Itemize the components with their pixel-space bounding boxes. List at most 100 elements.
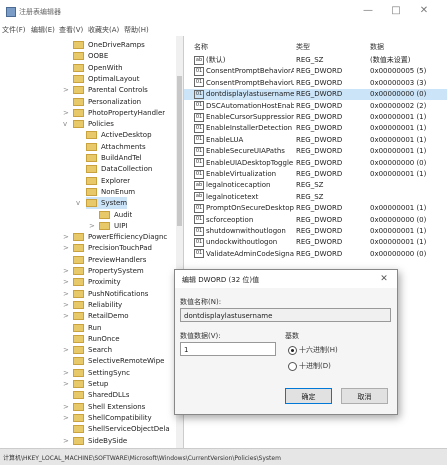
expand-chevron-icon[interactable]: >: [63, 437, 71, 445]
tree-item[interactable]: OptimalLayout: [73, 73, 140, 85]
tree-scroll-thumb[interactable]: [177, 76, 182, 226]
value-data-input[interactable]: 1: [180, 342, 276, 356]
tree-item[interactable]: PushNotifications: [73, 288, 148, 300]
tree-item[interactable]: Explorer: [86, 175, 130, 187]
column-header-type[interactable]: 类型: [296, 42, 310, 52]
value-row[interactable]: 01 EnableSecureUIAPaths REG_DWORD 0x0000000…: [184, 146, 447, 157]
cancel-button[interactable]: 取消: [341, 388, 388, 404]
tree-item[interactable]: System: [86, 197, 128, 210]
tree-item[interactable]: ActiveDesktop: [86, 129, 152, 141]
tree-item[interactable]: SideBySide: [73, 435, 127, 447]
value-row[interactable]: ab (默认) REG_SZ (数值未设置): [184, 55, 447, 66]
collapse-chevron-icon[interactable]: v: [76, 199, 84, 207]
expand-chevron-icon[interactable]: >: [63, 109, 71, 117]
maximize-button[interactable]: □: [385, 3, 407, 19]
expand-chevron-icon[interactable]: >: [63, 403, 71, 411]
tree-item[interactable]: Shell Extensions: [73, 401, 145, 413]
registry-tree[interactable]: OneDriveRamps OOBE OpenWith OptimalLayout Pa…: [0, 36, 184, 448]
column-header-name[interactable]: 名称: [194, 42, 208, 52]
tree-item[interactable]: OOBE: [73, 50, 108, 62]
tree-item[interactable]: SharedDLLs: [73, 389, 129, 401]
tree-item[interactable]: PhotoPropertyHandler: [73, 107, 165, 119]
expand-chevron-icon[interactable]: >: [63, 86, 71, 94]
tree-item[interactable]: RetailDemo: [73, 310, 129, 322]
hex-radio[interactable]: [288, 346, 297, 355]
tree-item[interactable]: Audit: [99, 209, 132, 221]
tree-item[interactable]: PrecisionTouchPad: [73, 242, 152, 254]
folder-icon: [73, 312, 84, 321]
tree-item[interactable]: Search: [73, 344, 112, 356]
expand-chevron-icon[interactable]: >: [89, 222, 97, 230]
tree-item[interactable]: PreviewHandlers: [73, 254, 146, 266]
expand-chevron-icon[interactable]: >: [63, 301, 71, 309]
expand-chevron-icon[interactable]: >: [63, 380, 71, 388]
tree-item[interactable]: ShellServiceObjectDela: [73, 423, 170, 435]
tree-item[interactable]: Personalization: [73, 96, 141, 108]
expand-chevron-icon[interactable]: >: [63, 278, 71, 286]
value-row[interactable]: 01 ConsentPromptBehaviorA... REG_DWORD 0x00…: [184, 66, 447, 77]
value-row[interactable]: 01 EnableInstallerDetection REG_DWORD 0x000…: [184, 123, 447, 134]
close-button[interactable]: ✕: [413, 3, 435, 19]
collapse-chevron-icon[interactable]: v: [63, 120, 71, 128]
expand-chevron-icon[interactable]: >: [63, 290, 71, 298]
value-data: 0x00000003 (3): [370, 78, 427, 87]
value-row[interactable]: 01 EnableVirtualization REG_DWORD 0x0000000…: [184, 169, 447, 180]
expand-chevron-icon[interactable]: >: [63, 414, 71, 422]
menu-favorites[interactable]: 收藏夹(A): [88, 25, 119, 35]
expand-chevron-icon[interactable]: >: [63, 267, 71, 275]
value-row[interactable]: 01 undockwithoutlogon REG_DWORD 0x00000001 …: [184, 237, 447, 248]
decimal-radio-label[interactable]: 十进制(D): [299, 361, 331, 371]
expand-chevron-icon[interactable]: >: [63, 233, 71, 241]
tree-item[interactable]: NonEnum: [86, 186, 135, 198]
value-row[interactable]: 01 scforceoption REG_DWORD 0x00000000 (0): [184, 215, 447, 226]
expand-chevron-icon[interactable]: >: [63, 312, 71, 320]
tree-item[interactable]: SettingSync: [73, 367, 130, 379]
dialog-close-button[interactable]: ✕: [375, 272, 393, 286]
expand-chevron-icon[interactable]: >: [63, 369, 71, 377]
menu-file[interactable]: 文件(F): [2, 25, 26, 35]
value-row[interactable]: 01 shutdownwithoutlogon REG_DWORD 0x0000000…: [184, 226, 447, 237]
value-row[interactable]: 01 EnableLUA REG_DWORD 0x00000001 (1): [184, 135, 447, 146]
value-row[interactable]: 01 ValidateAdminCodeSignat... REG_DWORD 0x0…: [184, 249, 447, 260]
minimize-button[interactable]: —: [357, 3, 379, 19]
value-row[interactable]: 01 EnableCursorSuppression REG_DWORD 0x0000…: [184, 112, 447, 123]
tree-item[interactable]: OpenWith: [73, 62, 123, 74]
folder-icon: [73, 402, 84, 411]
tree-item[interactable]: RunOnce: [73, 333, 120, 345]
value-row[interactable]: 01 ConsentPromptBehaviorU... REG_DWORD 0x00…: [184, 78, 447, 89]
hex-radio-label[interactable]: 十六进制(H): [299, 345, 338, 355]
tree-item[interactable]: Parental Controls: [73, 84, 148, 96]
value-row[interactable]: 01 EnableUIADesktopToggle REG_DWORD 0x00000…: [184, 158, 447, 169]
expand-chevron-icon[interactable]: >: [63, 244, 71, 252]
tree-item[interactable]: SelectiveRemoteWipe: [73, 355, 164, 367]
tree-item[interactable]: Proximity: [73, 276, 121, 288]
tree-item[interactable]: Attachments: [86, 141, 146, 153]
tree-item[interactable]: PowerEfficiencyDiagnc: [73, 231, 167, 243]
folder-icon: [73, 244, 84, 253]
tree-item[interactable]: Reliability: [73, 299, 122, 311]
value-row[interactable]: 01 dontdisplaylastusername REG_DWORD 0x0000…: [184, 89, 447, 101]
column-header-data[interactable]: 数据: [370, 42, 384, 52]
menu-view[interactable]: 查看(V): [59, 25, 83, 35]
ok-button[interactable]: 确定: [285, 388, 332, 404]
tree-item[interactable]: DataCollection: [86, 163, 152, 175]
menu-edit[interactable]: 编辑(E): [31, 25, 55, 35]
tree-item[interactable]: Setup: [73, 378, 108, 390]
value-row[interactable]: ab legalnoticecaption REG_SZ: [184, 180, 447, 191]
tree-item[interactable]: ShellCompatibility: [73, 412, 152, 424]
tree-item[interactable]: UIPI: [99, 220, 127, 232]
value-type: REG_DWORD: [296, 204, 343, 213]
tree-item[interactable]: PropertySystem: [73, 265, 144, 277]
tree-item[interactable]: Run: [73, 322, 101, 334]
tree-item[interactable]: BuildAndTel: [86, 152, 142, 164]
value-name-field[interactable]: dontdisplaylastusername: [180, 308, 391, 322]
value-row[interactable]: ab legalnoticetext REG_SZ: [184, 192, 447, 203]
menu-help[interactable]: 帮助(H): [124, 25, 149, 35]
tree-item[interactable]: Policies: [73, 118, 114, 130]
tree-item[interactable]: OneDriveRamps: [73, 39, 145, 51]
expand-chevron-icon[interactable]: >: [63, 346, 71, 354]
value-row[interactable]: 01 DSCAutomationHostEnabl... REG_DWORD 0x00…: [184, 101, 447, 112]
decimal-radio[interactable]: [288, 362, 297, 371]
value-row[interactable]: 01 PromptOnSecureDesktop REG_DWORD 0x000000…: [184, 203, 447, 214]
menu-bar: 文件(F) 编辑(E) 查看(V) 收藏夹(A) 帮助(H): [0, 22, 447, 36]
